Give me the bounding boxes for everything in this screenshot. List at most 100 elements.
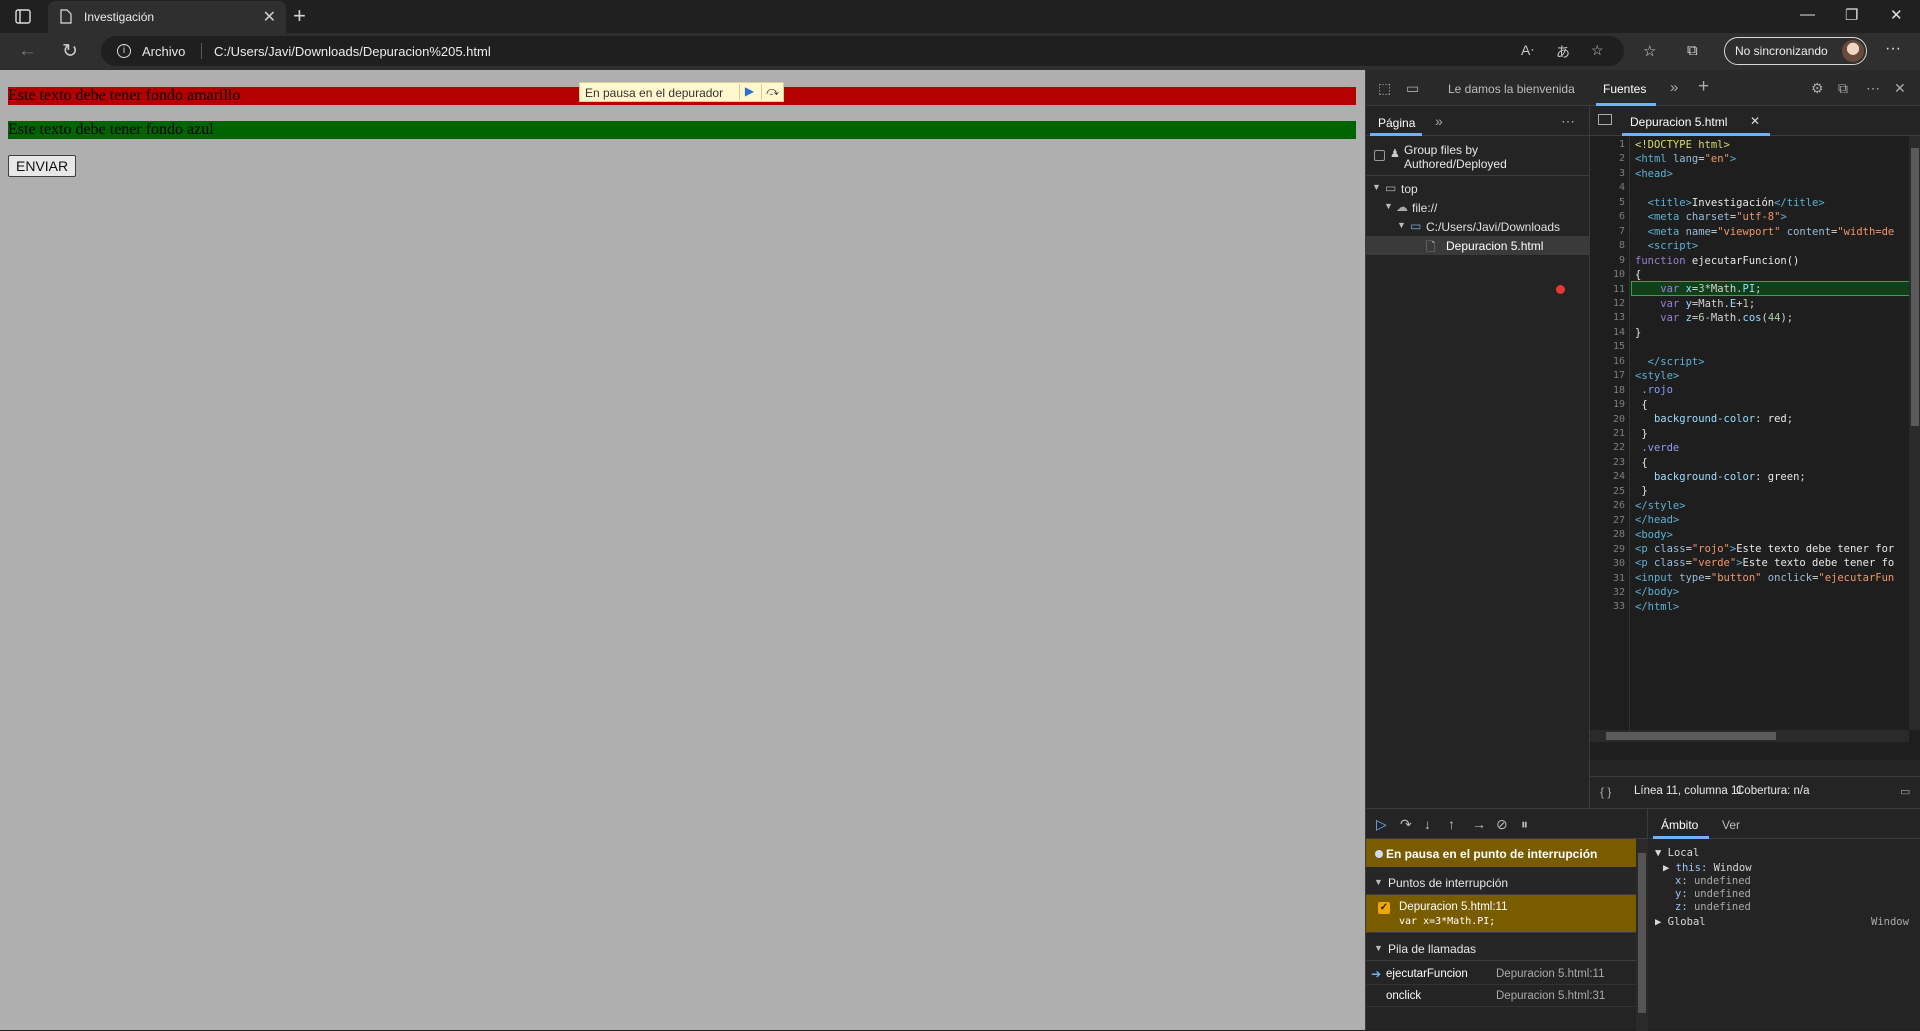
line-number[interactable]: 12 xyxy=(1613,297,1625,311)
line-number[interactable]: 7 xyxy=(1619,225,1625,239)
translate-icon[interactable]: あ xyxy=(1556,42,1570,62)
breakpoint-marker-icon[interactable] xyxy=(1556,284,1565,294)
line-number[interactable]: 26 xyxy=(1613,499,1625,513)
line-number[interactable]: 30 xyxy=(1613,557,1625,571)
line-number[interactable]: 19 xyxy=(1613,398,1625,412)
expand-arrow-icon[interactable]: ▶ xyxy=(1655,916,1661,928)
expand-arrow-icon[interactable]: ▼ xyxy=(1384,201,1393,211)
line-number[interactable]: 31 xyxy=(1613,572,1625,586)
expand-arrow-icon[interactable]: ▼ xyxy=(1372,182,1381,192)
tree-item-file[interactable]: ▼ ☁ file:// xyxy=(1366,198,1590,217)
pause-on-exceptions-icon[interactable]: ⏸ xyxy=(1521,816,1528,833)
breakpoint-checkbox[interactable]: ✓ xyxy=(1378,902,1390,914)
line-number[interactable]: 28 xyxy=(1613,528,1625,542)
expand-arrow-icon[interactable]: ▼ xyxy=(1655,847,1661,859)
line-number[interactable]: 15 xyxy=(1613,340,1625,354)
line-number[interactable]: 29 xyxy=(1613,543,1625,557)
line-number[interactable]: 10 xyxy=(1613,268,1625,282)
line-number[interactable]: 32 xyxy=(1613,586,1625,600)
scope-var-y[interactable]: y: undefined xyxy=(1675,888,1751,900)
line-number[interactable]: 2 xyxy=(1619,152,1625,166)
breakpoints-section-header[interactable]: ▼ Puntos de interrupción xyxy=(1366,869,1636,895)
scope-var-z[interactable]: z: undefined xyxy=(1675,901,1751,913)
close-devtools-icon[interactable]: ✕ xyxy=(1894,80,1906,97)
line-number[interactable]: 13 xyxy=(1613,311,1625,325)
line-number[interactable]: 11 xyxy=(1613,283,1625,297)
tab-page[interactable]: Página xyxy=(1378,116,1415,130)
more-options-icon[interactable]: ⋯ xyxy=(1866,80,1880,97)
favorites-icon[interactable]: ☆ xyxy=(1643,42,1656,60)
enviar-button[interactable]: ENVIAR xyxy=(8,155,77,177)
frame-location[interactable]: Depuracion 5.html:11 xyxy=(1496,968,1604,980)
line-number[interactable]: 17 xyxy=(1613,369,1625,383)
line-number[interactable]: 8 xyxy=(1619,239,1625,253)
tab-welcome[interactable]: Le damos la bienvenida xyxy=(1448,82,1575,96)
line-number[interactable]: 4 xyxy=(1619,181,1625,195)
restore-icon[interactable]: ❐ xyxy=(1845,6,1858,24)
reload-button[interactable]: ↻ xyxy=(62,40,78,63)
new-tab-button[interactable]: + xyxy=(293,3,306,29)
group-files-option[interactable]: ♟ Group files by Authored/Deployed xyxy=(1366,136,1590,176)
step-into-icon[interactable]: ↓ xyxy=(1424,816,1431,832)
line-number[interactable]: 1 xyxy=(1619,138,1625,152)
tree-item-folder[interactable]: ▼ ▭ C:/Users/Javi/Downloads xyxy=(1366,217,1590,236)
tree-item-html-file[interactable]: 🗋 Depuracion 5.html xyxy=(1366,236,1590,255)
callstack-frame[interactable]: onclick Depuracion 5.html:31 xyxy=(1366,985,1636,1007)
more-tabs-icon[interactable]: » xyxy=(1670,79,1678,96)
profile-button[interactable]: No sincronizando xyxy=(1724,37,1867,65)
tab-watch[interactable]: Ver xyxy=(1722,818,1740,832)
callstack-frame[interactable]: ➔ ejecutarFuncion Depuracion 5.html:11 xyxy=(1366,963,1636,985)
toggle-drawer-icon[interactable]: ▭ xyxy=(1900,785,1910,798)
close-window-icon[interactable]: ✕ xyxy=(1890,6,1903,24)
inspect-icon[interactable]: ⬚ xyxy=(1378,80,1391,97)
step-icon[interactable]: → xyxy=(1472,816,1486,832)
code-area[interactable]: <!DOCTYPE html> <html lang="en"> <head> … xyxy=(1631,136,1920,730)
line-number[interactable]: 33 xyxy=(1613,600,1625,614)
expand-arrow-icon[interactable]: ▼ xyxy=(1374,877,1383,887)
navigator-menu-icon[interactable]: ⋯ xyxy=(1561,113,1575,130)
step-out-icon[interactable]: ↑ xyxy=(1448,816,1455,832)
line-number[interactable]: 3 xyxy=(1619,167,1625,181)
back-button[interactable]: ← xyxy=(18,40,37,62)
group-files-checkbox[interactable] xyxy=(1374,150,1385,161)
tab-scope[interactable]: Ámbito xyxy=(1661,818,1698,832)
device-icon[interactable]: ▭ xyxy=(1406,80,1419,97)
line-gutter[interactable]: 1 2 3 4 5 6 7 8 9 10 11 12 13 14 15 16 17 18 19 20 21 22 23 24 2… xyxy=(1556,136,1630,730)
address-url[interactable]: C:/Users/Javi/Downloads/Depuracion%205.h… xyxy=(214,44,491,59)
resume-icon[interactable]: ▷ xyxy=(1376,816,1387,833)
scroll-thumb[interactable] xyxy=(1911,148,1919,426)
tree-item-top[interactable]: ▼ ▭ top xyxy=(1366,179,1590,198)
info-icon[interactable]: i xyxy=(117,44,131,58)
line-number[interactable]: 22 xyxy=(1613,441,1625,455)
step-over-icon[interactable]: ↷ xyxy=(1400,816,1412,833)
browser-tab[interactable]: Investigación ✕ xyxy=(48,1,286,33)
more-navigators-icon[interactable]: » xyxy=(1435,113,1443,129)
add-favorite-icon[interactable]: ☆ xyxy=(1591,42,1604,59)
line-number[interactable]: 21 xyxy=(1613,427,1625,441)
read-aloud-icon[interactable]: Aᐧ xyxy=(1521,42,1534,59)
line-number[interactable]: 18 xyxy=(1613,384,1625,398)
line-number[interactable]: 6 xyxy=(1619,210,1625,224)
editor-file-tab[interactable]: Depuracion 5.html xyxy=(1630,115,1727,129)
expand-arrow-icon[interactable]: ▶ xyxy=(1663,862,1669,874)
frame-location[interactable]: Depuracion 5.html:31 xyxy=(1496,990,1605,1002)
tab-actions-icon[interactable] xyxy=(10,7,36,27)
scope-local[interactable]: ▼ Local xyxy=(1655,847,1699,859)
collections-icon[interactable]: ⧉ xyxy=(1687,42,1698,59)
resume-icon[interactable]: ▶︎ xyxy=(739,84,759,100)
step-over-icon[interactable]: ⤼ xyxy=(761,84,783,100)
close-tab-icon[interactable]: ✕ xyxy=(263,7,276,27)
line-number[interactable]: 27 xyxy=(1613,514,1625,528)
line-number[interactable]: 25 xyxy=(1613,485,1625,499)
scope-var-x[interactable]: x: undefined xyxy=(1675,875,1751,887)
line-number[interactable]: 9 xyxy=(1619,254,1625,268)
scope-global[interactable]: ▶ Global xyxy=(1655,916,1706,928)
horizontal-scrollbar[interactable] xyxy=(1590,730,1909,742)
minimize-icon[interactable]: — xyxy=(1800,6,1815,23)
line-number[interactable]: 20 xyxy=(1613,413,1625,427)
pretty-print-icon[interactable]: { } xyxy=(1600,785,1611,799)
scroll-thumb[interactable] xyxy=(1606,732,1776,740)
tab-sources[interactable]: Fuentes xyxy=(1603,82,1646,96)
scroll-thumb[interactable] xyxy=(1638,853,1646,1013)
toggle-navigator-icon[interactable] xyxy=(1598,114,1612,125)
